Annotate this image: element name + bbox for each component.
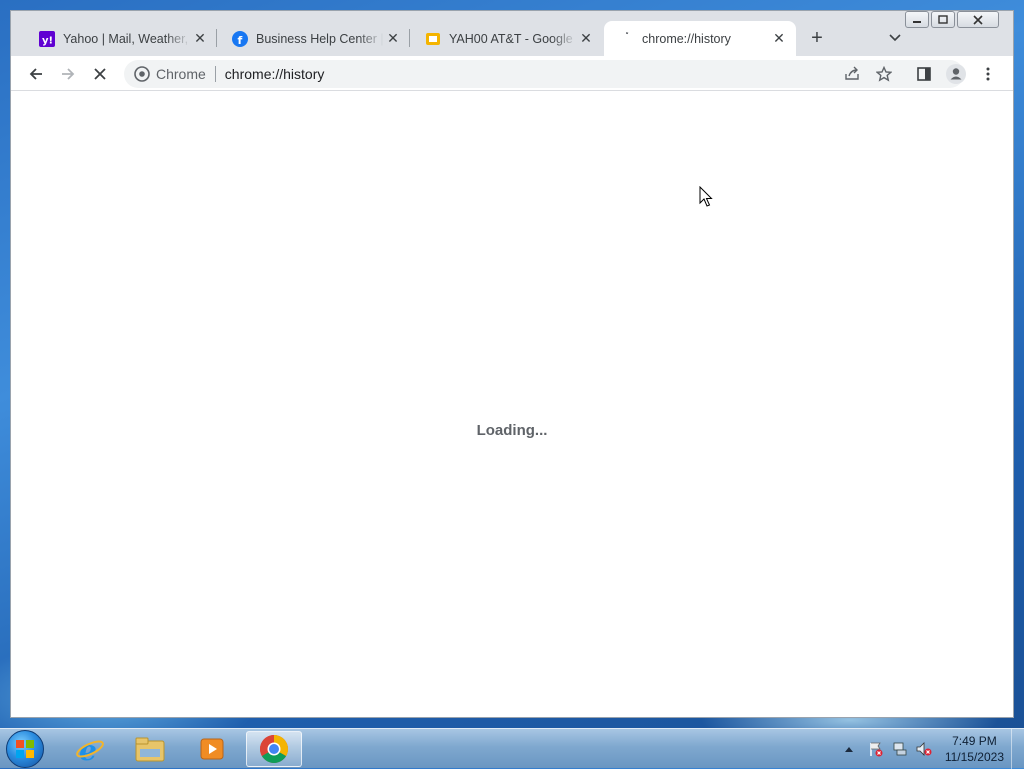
clock-date: 11/15/2023 (944, 750, 1004, 764)
taskbar: e 7:49 PM 11/15/2023 (0, 728, 1024, 769)
minimize-button[interactable] (905, 11, 929, 28)
chevron-up-icon (845, 747, 853, 752)
back-arrow-icon (29, 68, 42, 80)
tab-close-icon[interactable]: ✕ (577, 30, 595, 48)
kebab-menu-icon (986, 67, 990, 81)
tab-separator (409, 29, 410, 47)
forward-arrow-icon (62, 68, 75, 80)
tab-google-slides[interactable]: YAH00 AT&T - Google Slides ✕ (411, 21, 603, 56)
share-icon (845, 66, 859, 80)
facebook-icon: f (232, 30, 248, 47)
clock-time: 7:49 PM (952, 734, 997, 748)
browser-window: y! Yahoo | Mail, Weather, Search, News ✕… (10, 10, 1014, 718)
folder-icon (135, 737, 165, 762)
stop-icon (94, 68, 106, 80)
tab-title: chrome://history (642, 31, 731, 46)
mouse-cursor-icon (699, 186, 713, 207)
taskbar-file-explorer[interactable] (122, 731, 178, 767)
stop-loading-button[interactable] (86, 60, 114, 88)
page-content: Loading... (11, 91, 1013, 717)
chrome-icon (134, 66, 150, 82)
forward-button[interactable] (54, 60, 82, 88)
avatar-icon (946, 64, 966, 84)
google-slides-icon (425, 31, 441, 47)
taskbar-media-player[interactable] (184, 731, 240, 767)
star-icon (876, 66, 892, 82)
maximize-button[interactable] (931, 11, 955, 28)
windows-logo-icon (16, 740, 34, 758)
tab-facebook[interactable]: f Business Help Center | Facebook ✕ (218, 21, 410, 56)
media-player-icon (200, 738, 224, 760)
show-hidden-icons-button[interactable] (844, 745, 858, 753)
tab-separator (216, 29, 217, 47)
chrome-logo-icon (260, 735, 288, 763)
chrome-menu-button[interactable] (974, 60, 1002, 88)
svg-text:y!: y! (42, 35, 53, 46)
bookmark-button[interactable] (870, 60, 898, 88)
tab-yahoo[interactable]: y! Yahoo | Mail, Weather, Search, News ✕ (25, 21, 217, 56)
loading-text: Loading... (476, 422, 548, 439)
action-center-icon[interactable] (868, 741, 884, 757)
tab-history[interactable]: chrome://history ✕ (604, 21, 796, 56)
tab-close-icon[interactable]: ✕ (191, 30, 209, 48)
side-panel-button[interactable] (910, 60, 938, 88)
show-desktop-button[interactable] (1011, 729, 1024, 769)
tab-close-icon[interactable]: ✕ (384, 30, 402, 48)
omnibox-divider (214, 66, 216, 82)
share-button[interactable] (838, 60, 866, 88)
tab-search-button[interactable] (885, 26, 905, 50)
system-tray (844, 729, 932, 769)
tab-close-icon[interactable]: ✕ (770, 30, 788, 48)
new-tab-button[interactable]: + (805, 26, 829, 50)
system-clock[interactable]: 7:49 PM 11/15/2023 (945, 733, 1004, 765)
taskbar-chrome[interactable] (246, 731, 302, 767)
close-window-button[interactable] (957, 11, 999, 28)
window-caption-buttons (905, 11, 999, 28)
profile-button[interactable] (942, 60, 970, 88)
browser-toolbar: Chrome chrome://history (11, 56, 1013, 91)
volume-muted-icon[interactable] (916, 741, 932, 757)
svg-text:f: f (238, 34, 243, 47)
loading-icon (618, 31, 634, 47)
side-panel-icon (917, 67, 931, 81)
yahoo-icon: y! (39, 30, 55, 47)
taskbar-internet-explorer[interactable]: e (62, 731, 118, 767)
back-button[interactable] (22, 60, 50, 88)
tab-title: Business Help Center | Facebook (256, 31, 384, 46)
omnibox-url[interactable]: chrome://history (225, 66, 325, 82)
internet-explorer-icon: e (76, 734, 104, 764)
omnibox-chip-label: Chrome (156, 66, 206, 82)
start-button[interactable] (6, 730, 44, 768)
network-icon[interactable] (892, 741, 908, 757)
tab-strip: y! Yahoo | Mail, Weather, Search, News ✕… (11, 11, 1013, 56)
tab-title: Yahoo | Mail, Weather, Search, News (63, 31, 191, 46)
tab-title: YAH00 AT&T - Google Slides (449, 31, 577, 46)
chevron-down-icon (889, 34, 901, 42)
